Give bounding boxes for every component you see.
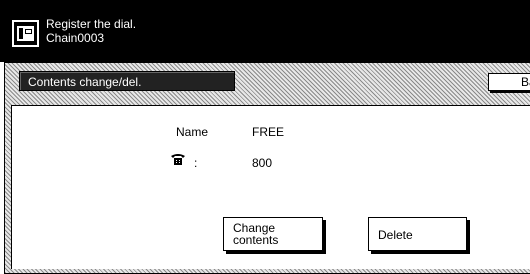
content-panel: Contents change/del. Ba Name FREE : 800 …	[4, 62, 530, 274]
header-subtitle: Chain0003	[46, 31, 105, 45]
change-contents-label-line2: contents	[233, 233, 279, 247]
phone-value: 800	[252, 156, 273, 170]
fax-icon	[12, 20, 39, 47]
header-bar: Register the dial. Chain0003	[0, 0, 530, 62]
tab-contents-change-del: Contents change/del.	[19, 71, 235, 91]
delete-button[interactable]: Delete	[368, 217, 467, 251]
back-button[interactable]: Ba	[488, 73, 530, 91]
telephone-icon	[170, 152, 186, 166]
header-title: Register the dial.	[46, 17, 137, 31]
change-contents-button[interactable]: Change contents	[223, 217, 323, 251]
phone-separator: :	[194, 156, 198, 170]
name-label: Name	[176, 125, 209, 139]
panel-body: Name FREE : 800 Change contents Delete	[11, 105, 530, 269]
name-value: FREE	[252, 125, 285, 139]
